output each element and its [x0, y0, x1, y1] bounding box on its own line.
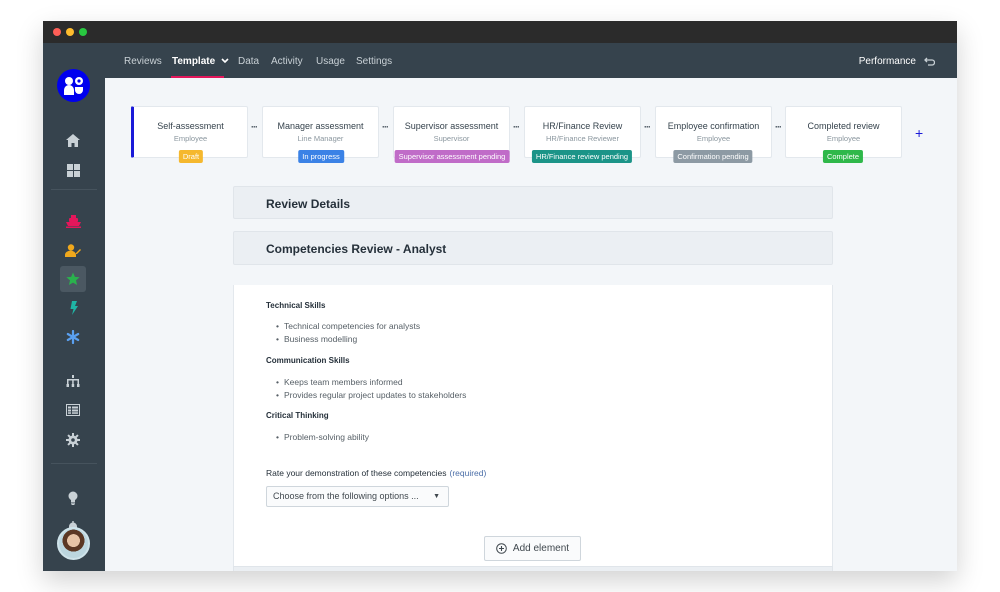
add-stage-button[interactable]: + — [915, 125, 923, 141]
caret-down-icon: ▼ — [433, 493, 440, 500]
stage-connector-icon: ··· — [382, 122, 389, 132]
home-icon[interactable] — [60, 127, 86, 153]
nav-data[interactable]: Data — [238, 56, 259, 67]
performance-label: Performance — [858, 56, 916, 67]
competency-group-title: Critical Thinking — [266, 411, 329, 420]
stage-connector-icon: ··· — [513, 122, 520, 132]
stage-connector-icon: ··· — [251, 122, 258, 132]
status-badge: Confirmation pending — [673, 150, 753, 163]
star-icon[interactable] — [60, 266, 86, 292]
ship-icon[interactable] — [60, 208, 86, 234]
competency-item: Provides regular project updates to stak… — [276, 390, 466, 400]
return-icon — [924, 57, 935, 66]
close-window-button[interactable] — [53, 28, 61, 36]
stage-role: Supervisor — [433, 134, 470, 143]
competency-item: Business modelling — [276, 334, 357, 344]
stage-role: Employee — [696, 134, 731, 143]
stage-role: Employee — [173, 134, 208, 143]
stage-title: Self-assessment — [157, 121, 224, 131]
competencies-section-header[interactable]: Competencies Review - Analyst — [233, 231, 833, 265]
stage-connector-icon: ··· — [644, 122, 651, 132]
nav-settings[interactable]: Settings — [356, 56, 392, 67]
stage-role: Employee — [826, 134, 861, 143]
stage-title: Supervisor assessment — [404, 121, 499, 131]
stage-title: HR/Finance Review — [542, 121, 623, 131]
stage-role: HR/Finance Reviewer — [546, 134, 619, 143]
competency-item: Keeps team members informed — [276, 377, 403, 387]
list-panel-icon[interactable] — [60, 397, 86, 423]
nav-activity[interactable]: Activity — [271, 56, 303, 67]
plus-circle-icon — [496, 543, 507, 554]
app-logo[interactable] — [57, 69, 90, 102]
title-bar — [43, 21, 957, 43]
nav-reviews[interactable]: Reviews — [124, 56, 162, 67]
org-chart-icon[interactable] — [60, 368, 86, 394]
sidebar — [43, 43, 105, 571]
rating-label-text: Rate your demonstration of these compete… — [266, 468, 447, 478]
gear-icon[interactable] — [60, 427, 86, 453]
asterisk-icon[interactable] — [60, 324, 86, 350]
rating-select-value: Choose from the following options ... — [273, 491, 419, 501]
logo-icon — [63, 76, 83, 95]
app-window: Reviews Template Data Activity Usage Set… — [43, 21, 957, 571]
rating-label: Rate your demonstration of these compete… — [266, 468, 486, 478]
status-badge: Complete — [822, 150, 864, 163]
status-badge: In progress — [298, 150, 344, 163]
main-content: Self-assessment Employee ··· Manager ass… — [105, 78, 957, 571]
minimize-window-button[interactable] — [66, 28, 74, 36]
rating-select[interactable]: Choose from the following options ... ▼ — [266, 486, 449, 507]
review-details-section[interactable]: Review Details — [233, 186, 833, 219]
user-edit-icon[interactable] — [60, 237, 86, 263]
add-element-label: Add element — [512, 543, 570, 554]
status-badge: Draft — [178, 150, 204, 163]
user-avatar[interactable] — [57, 527, 90, 560]
required-indicator: (required) — [449, 468, 487, 478]
sidebar-divider — [51, 189, 97, 190]
stage-title: Employee confirmation — [667, 121, 760, 131]
section-title: Competencies Review - Analyst — [266, 242, 447, 256]
competency-item: Technical competencies for analysts — [276, 321, 420, 331]
performance-switch[interactable]: Performance — [859, 56, 935, 67]
next-section-header[interactable] — [233, 566, 833, 571]
sidebar-divider — [51, 463, 97, 464]
status-badge: Supervisor assessment pending — [394, 150, 510, 163]
lightbulb-icon[interactable] — [60, 485, 86, 511]
maximize-window-button[interactable] — [79, 28, 87, 36]
section-title: Review Details — [266, 197, 351, 211]
nav-template[interactable]: Template — [172, 56, 229, 67]
dashboard-grid-icon[interactable] — [60, 157, 86, 183]
stage-role: Line Manager — [297, 134, 344, 143]
lightning-icon[interactable] — [60, 295, 86, 321]
stage-title: Manager assessment — [277, 121, 364, 131]
stage-title: Completed review — [807, 121, 880, 131]
nav-template-label: Template — [172, 56, 216, 67]
add-element-button[interactable]: Add element — [484, 536, 581, 561]
status-badge: HR/Finance review pending — [531, 150, 633, 163]
competency-group-title: Technical Skills — [266, 301, 326, 310]
chevron-down-icon — [221, 58, 229, 64]
top-navigation: Reviews Template Data Activity Usage Set… — [105, 43, 957, 78]
competencies-panel: Technical Skills Technical competencies … — [233, 285, 833, 571]
nav-usage[interactable]: Usage — [316, 56, 345, 67]
competency-group-title: Communication Skills — [266, 356, 350, 365]
competency-item: Problem-solving ability — [276, 432, 369, 442]
stage-connector-icon: ··· — [775, 122, 782, 132]
